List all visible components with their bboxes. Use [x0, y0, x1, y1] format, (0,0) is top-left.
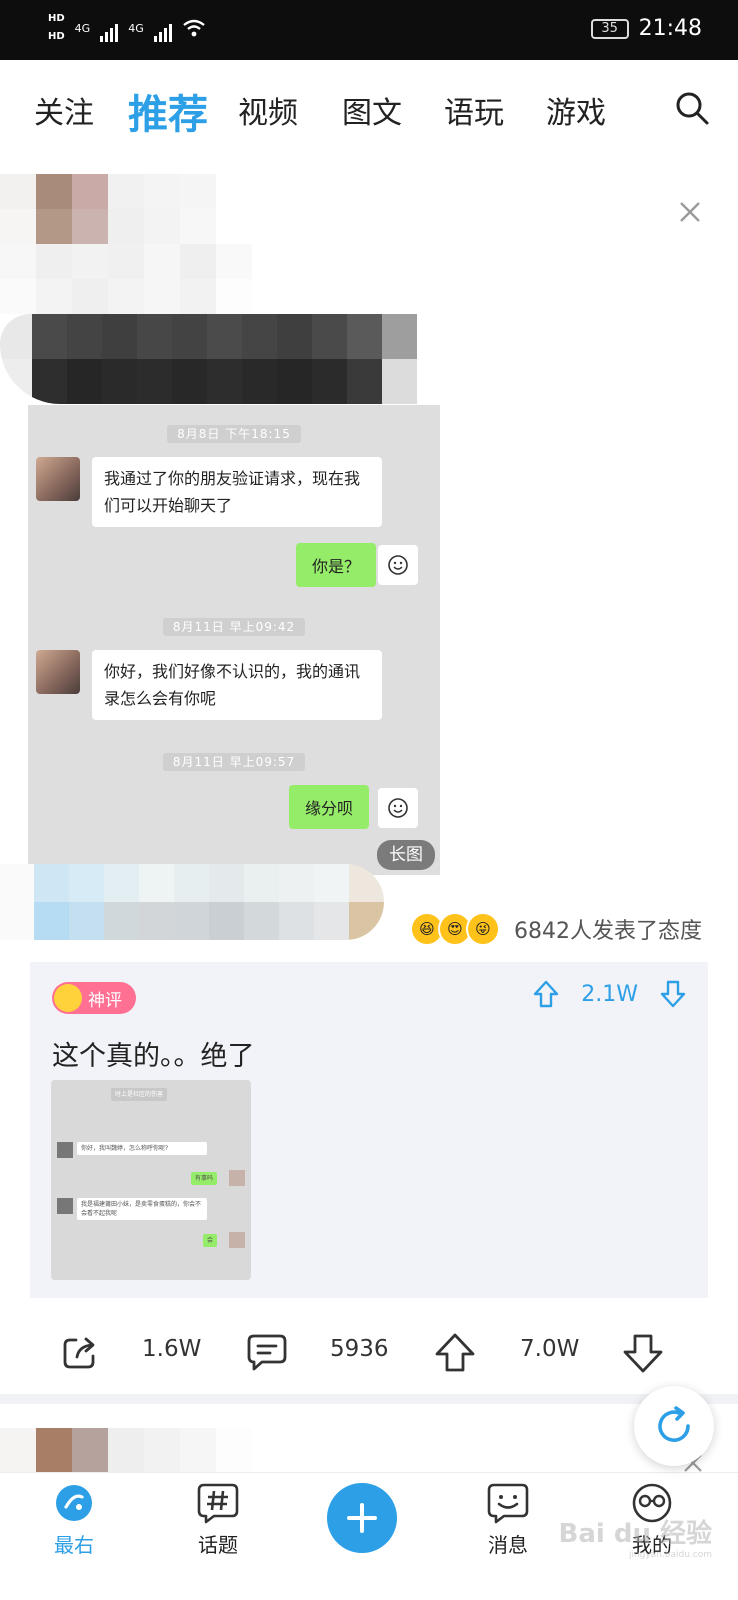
watermark: Bai du 经验 jingyan.baidu.com — [559, 1513, 713, 1560]
clock: 21:48 — [638, 16, 702, 41]
chat-timestamp: 8月8日 下午18:15 — [28, 425, 440, 443]
create-post-button[interactable] — [327, 1483, 397, 1553]
tab-voice-play[interactable]: 语玩 — [444, 88, 504, 132]
blurred-next-avatar — [0, 1428, 252, 1472]
badge-label: 神评 — [88, 990, 122, 1011]
thumb-message: 你好，我叫魏婷，怎么称呼你呢? — [77, 1142, 207, 1155]
chat-timestamp: 8月11日 早上09:57 — [28, 753, 440, 771]
tab-follow[interactable]: 关注 — [34, 88, 94, 132]
post-action-bar: 1.6W 5936 7.0W — [0, 1320, 738, 1382]
reactions-count: 6842人发表了态度 — [514, 919, 702, 944]
chat-reply: 缘分呗 — [289, 785, 370, 829]
signal-label-2: 4G — [128, 21, 144, 35]
chat-avatar — [36, 457, 80, 501]
bottom-nav-topics[interactable]: 话题 — [178, 1481, 258, 1558]
thumb-avatar — [229, 1170, 245, 1186]
bottom-nav-messages[interactable]: 消息 — [468, 1481, 548, 1558]
god-vote-count: 2.1W — [581, 981, 638, 1007]
bottom-nav-label: 最右 — [54, 1533, 94, 1557]
status-left: HD HD 4G 4G — [48, 10, 206, 46]
blurred-topic-tag — [0, 864, 384, 940]
upvote-icon[interactable] — [434, 1332, 476, 1374]
thumb-avatar — [229, 1232, 245, 1248]
network-type-2: HD — [48, 31, 65, 42]
share-count: 1.6W — [142, 1336, 202, 1362]
comment-icon[interactable] — [246, 1332, 288, 1372]
tab-video[interactable]: 视频 — [238, 88, 298, 132]
status-bar: HD HD 4G 4G 35 21:48 — [0, 0, 738, 60]
smiley-icon — [378, 545, 418, 585]
chat-timestamp: 8月11日 早上09:42 — [28, 618, 440, 636]
downvote-icon[interactable] — [660, 980, 686, 1008]
smiley-icon — [378, 788, 418, 828]
comment-count: 5936 — [330, 1336, 389, 1362]
badge-face-icon — [54, 984, 82, 1012]
watermark-brand: Bai du 经验 — [558, 1519, 713, 1549]
signal-icon — [100, 20, 119, 42]
downvote-icon[interactable] — [622, 1332, 664, 1374]
top-tab-bar: 关注 推荐 视频 图文 语玩 游戏 — [0, 60, 738, 160]
bottom-nav-label: 消息 — [488, 1533, 528, 1557]
bottom-nav: 最右 话题 消息 我的 Bai du 经验 jingyan.baidu.com — [0, 1472, 738, 1600]
god-comment-image[interactable]: 时上是社区的伤害 你好，我叫魏婷，怎么称呼你呢? 有事吗 我是福建莆田小妹，是卖… — [51, 1080, 251, 1280]
bottom-nav-home[interactable]: 最右 — [34, 1481, 114, 1558]
share-icon[interactable] — [60, 1332, 100, 1372]
god-comment-votes: 2.1W — [533, 980, 686, 1008]
god-comment[interactable]: 神评 2.1W 这个真的。。绝了 时上是社区的伤害 你好，我叫魏婷，怎么称呼你呢… — [30, 962, 708, 1298]
chat-message: 我通过了你的朋友验证请求，现在我们可以开始聊天了 — [92, 457, 382, 527]
reactions-summary[interactable]: 😆 😍 😜 6842人发表了态度 — [410, 912, 702, 946]
refresh-button[interactable] — [634, 1386, 714, 1466]
tab-recommend[interactable]: 推荐 — [128, 82, 208, 140]
chat-avatar — [36, 650, 80, 694]
wink-emoji-icon: 😜 — [466, 912, 500, 946]
thumb-message: 我是福建莆田小妹，是卖零食蛋糕的，你会不会看不起我呢 — [77, 1198, 207, 1220]
search-icon[interactable] — [674, 90, 710, 126]
blurred-avatar — [0, 174, 252, 314]
thumb-reply: 有事吗 — [191, 1172, 218, 1185]
long-image-badge: 长图 — [377, 840, 435, 870]
refresh-icon — [658, 1406, 690, 1442]
signal-icon-2 — [153, 20, 172, 42]
upvote-icon[interactable] — [533, 980, 559, 1008]
bottom-nav-label: 话题 — [198, 1533, 238, 1557]
thumb-header: 时上是社区的伤害 — [111, 1088, 168, 1101]
god-comment-text: 这个真的。。绝了 — [52, 1041, 255, 1072]
close-icon[interactable] — [676, 198, 704, 226]
blurred-post-title — [0, 314, 417, 404]
message-smile-icon — [487, 1483, 529, 1524]
feed-separator — [0, 1394, 738, 1404]
network-type: HD HD — [48, 10, 65, 46]
chat-message: 你好，我们好像不认识的，我的通讯录怎么会有你呢 — [92, 650, 382, 720]
post-image[interactable]: 8月8日 下午18:15 我通过了你的朋友验证请求，现在我们可以开始聊天了 你是… — [28, 405, 440, 875]
chat-reply: 你是？ — [296, 543, 377, 587]
god-comment-badge: 神评 — [52, 982, 136, 1014]
network-type-1: HD — [48, 13, 65, 24]
signal-label-1: 4G — [74, 21, 91, 35]
tab-games[interactable]: 游戏 — [546, 88, 606, 132]
zuiyou-logo-icon — [56, 1485, 92, 1521]
thumb-avatar — [57, 1198, 73, 1214]
watermark-url: jingyan.baidu.com — [628, 1550, 712, 1560]
status-right: 35 21:48 — [590, 16, 702, 41]
wifi-icon — [182, 19, 205, 37]
plus-icon — [347, 1503, 377, 1533]
like-count: 7.0W — [520, 1336, 580, 1362]
battery-icon: 35 — [590, 18, 629, 39]
tab-image-text[interactable]: 图文 — [342, 88, 402, 132]
hashtag-icon — [197, 1483, 239, 1524]
thumb-reply: 会 — [203, 1234, 218, 1247]
thumb-avatar — [57, 1142, 73, 1158]
